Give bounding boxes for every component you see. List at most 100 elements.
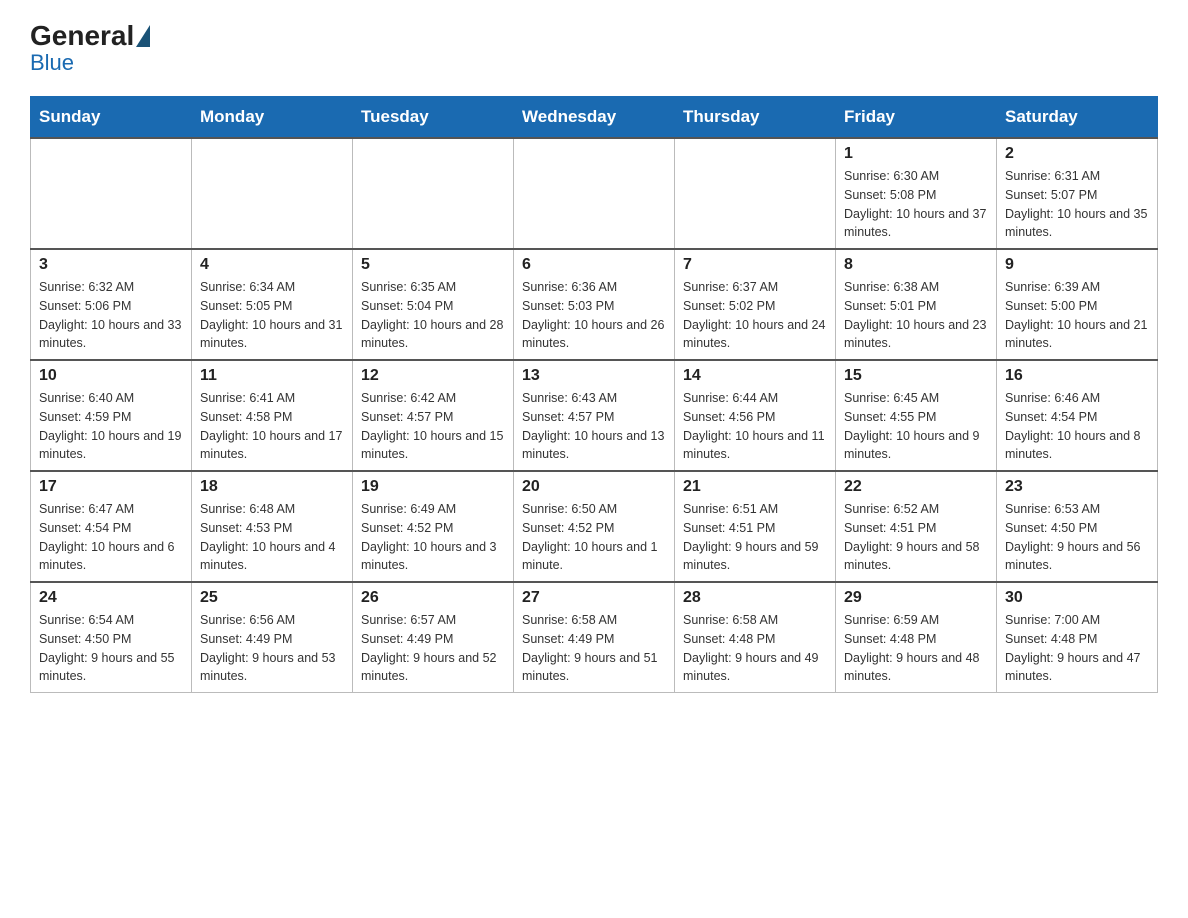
day-number: 13	[522, 367, 666, 385]
day-number: 25	[200, 589, 344, 607]
calendar-cell: 19 Sunrise: 6:49 AM Sunset: 4:52 PM Dayli…	[353, 471, 514, 582]
calendar-cell: 21Sunrise: 6:51 AM Sunset: 4:51 PM Dayli…	[675, 471, 836, 582]
day-info: Sunrise: 6:41 AM Sunset: 4:58 PM Dayligh…	[200, 389, 344, 464]
calendar-cell: 30 Sunrise: 7:00 AM Sunset: 4:48 PM Dayli…	[997, 582, 1158, 693]
day-number: 20	[522, 478, 666, 496]
day-info: Sunrise: 7:00 AM Sunset: 4:48 PM Dayligh…	[1005, 611, 1149, 686]
calendar-cell: 4Sunrise: 6:34 AM Sunset: 5:05 PM Daylig…	[192, 249, 353, 360]
day-number: 27	[522, 589, 666, 607]
calendar-cell: 15 Sunrise: 6:45 AM Sunset: 4:55 PM Dayli…	[836, 360, 997, 471]
day-info: Sunrise: 6:37 AM Sunset: 5:02 PM Dayligh…	[683, 278, 827, 353]
day-number: 30	[1005, 589, 1149, 607]
day-number: 7	[683, 256, 827, 274]
calendar-cell: 17 Sunrise: 6:47 AM Sunset: 4:54 PM Dayli…	[31, 471, 192, 582]
day-info: Sunrise: 6:58 AM Sunset: 4:49 PM Dayligh…	[522, 611, 666, 686]
weekday-header-saturday: Saturday	[997, 97, 1158, 139]
day-number: 6	[522, 256, 666, 274]
day-number: 16	[1005, 367, 1149, 385]
weekday-header-monday: Monday	[192, 97, 353, 139]
calendar-cell: 26 Sunrise: 6:57 AM Sunset: 4:49 PM Dayli…	[353, 582, 514, 693]
day-info: Sunrise: 6:46 AM Sunset: 4:54 PM Dayligh…	[1005, 389, 1149, 464]
day-number: 29	[844, 589, 988, 607]
day-info: Sunrise: 6:40 AM Sunset: 4:59 PM Dayligh…	[39, 389, 183, 464]
day-info: Sunrise: 6:45 AM Sunset: 4:55 PM Dayligh…	[844, 389, 988, 464]
calendar-cell: 9 Sunrise: 6:39 AM Sunset: 5:00 PM Daylig…	[997, 249, 1158, 360]
day-info: Sunrise: 6:54 AM Sunset: 4:50 PM Dayligh…	[39, 611, 183, 686]
day-info: Sunrise: 6:34 AM Sunset: 5:05 PM Dayligh…	[200, 278, 344, 353]
calendar-cell: 12 Sunrise: 6:42 AM Sunset: 4:57 PM Dayli…	[353, 360, 514, 471]
day-info: Sunrise: 6:47 AM Sunset: 4:54 PM Dayligh…	[39, 500, 183, 575]
day-info: Sunrise: 6:32 AM Sunset: 5:06 PM Dayligh…	[39, 278, 183, 353]
calendar-cell	[353, 138, 514, 249]
day-info: Sunrise: 6:50 AM Sunset: 4:52 PM Dayligh…	[522, 500, 666, 575]
day-number: 1	[844, 145, 988, 163]
day-info: Sunrise: 6:36 AM Sunset: 5:03 PM Dayligh…	[522, 278, 666, 353]
weekday-header-friday: Friday	[836, 97, 997, 139]
logo-general: General	[30, 20, 134, 52]
calendar-cell: 29Sunrise: 6:59 AM Sunset: 4:48 PM Dayli…	[836, 582, 997, 693]
calendar-week-row: 1 Sunrise: 6:30 AM Sunset: 5:08 PM Daylig…	[31, 138, 1158, 249]
day-number: 23	[1005, 478, 1149, 496]
weekday-header-sunday: Sunday	[31, 97, 192, 139]
day-info: Sunrise: 6:44 AM Sunset: 4:56 PM Dayligh…	[683, 389, 827, 464]
calendar-cell: 3 Sunrise: 6:32 AM Sunset: 5:06 PM Daylig…	[31, 249, 192, 360]
day-number: 19	[361, 478, 505, 496]
calendar-cell: 7 Sunrise: 6:37 AM Sunset: 5:02 PM Daylig…	[675, 249, 836, 360]
calendar-cell: 16 Sunrise: 6:46 AM Sunset: 4:54 PM Dayli…	[997, 360, 1158, 471]
day-info: Sunrise: 6:35 AM Sunset: 5:04 PM Dayligh…	[361, 278, 505, 353]
day-number: 18	[200, 478, 344, 496]
day-number: 3	[39, 256, 183, 274]
weekday-header-wednesday: Wednesday	[514, 97, 675, 139]
calendar-cell: 28 Sunrise: 6:58 AM Sunset: 4:48 PM Dayli…	[675, 582, 836, 693]
page-header: General Blue	[30, 20, 1158, 76]
calendar-week-row: 10Sunrise: 6:40 AM Sunset: 4:59 PM Dayli…	[31, 360, 1158, 471]
calendar-cell: 13 Sunrise: 6:43 AM Sunset: 4:57 PM Dayli…	[514, 360, 675, 471]
calendar-cell	[514, 138, 675, 249]
calendar-cell: 22 Sunrise: 6:52 AM Sunset: 4:51 PM Dayli…	[836, 471, 997, 582]
day-info: Sunrise: 6:38 AM Sunset: 5:01 PM Dayligh…	[844, 278, 988, 353]
day-number: 5	[361, 256, 505, 274]
calendar-cell	[31, 138, 192, 249]
day-info: Sunrise: 6:43 AM Sunset: 4:57 PM Dayligh…	[522, 389, 666, 464]
calendar-week-row: 24Sunrise: 6:54 AM Sunset: 4:50 PM Dayli…	[31, 582, 1158, 693]
day-number: 21	[683, 478, 827, 496]
logo: General Blue	[30, 20, 152, 76]
day-info: Sunrise: 6:52 AM Sunset: 4:51 PM Dayligh…	[844, 500, 988, 575]
day-number: 8	[844, 256, 988, 274]
calendar-cell: 10Sunrise: 6:40 AM Sunset: 4:59 PM Dayli…	[31, 360, 192, 471]
calendar-cell: 18 Sunrise: 6:48 AM Sunset: 4:53 PM Dayli…	[192, 471, 353, 582]
day-number: 26	[361, 589, 505, 607]
calendar-cell: 14 Sunrise: 6:44 AM Sunset: 4:56 PM Dayli…	[675, 360, 836, 471]
day-info: Sunrise: 6:57 AM Sunset: 4:49 PM Dayligh…	[361, 611, 505, 686]
day-info: Sunrise: 6:31 AM Sunset: 5:07 PM Dayligh…	[1005, 167, 1149, 242]
calendar-cell: 24Sunrise: 6:54 AM Sunset: 4:50 PM Dayli…	[31, 582, 192, 693]
day-number: 11	[200, 367, 344, 385]
day-info: Sunrise: 6:53 AM Sunset: 4:50 PM Dayligh…	[1005, 500, 1149, 575]
calendar-cell	[192, 138, 353, 249]
calendar-cell: 27 Sunrise: 6:58 AM Sunset: 4:49 PM Dayli…	[514, 582, 675, 693]
day-number: 22	[844, 478, 988, 496]
calendar-week-row: 17 Sunrise: 6:47 AM Sunset: 4:54 PM Dayli…	[31, 471, 1158, 582]
day-info: Sunrise: 6:30 AM Sunset: 5:08 PM Dayligh…	[844, 167, 988, 242]
day-number: 28	[683, 589, 827, 607]
logo-text: General	[30, 20, 152, 52]
calendar-cell: 8 Sunrise: 6:38 AM Sunset: 5:01 PM Daylig…	[836, 249, 997, 360]
weekday-header-tuesday: Tuesday	[353, 97, 514, 139]
day-number: 17	[39, 478, 183, 496]
day-number: 9	[1005, 256, 1149, 274]
day-info: Sunrise: 6:49 AM Sunset: 4:52 PM Dayligh…	[361, 500, 505, 575]
calendar-cell: 2 Sunrise: 6:31 AM Sunset: 5:07 PM Daylig…	[997, 138, 1158, 249]
day-number: 14	[683, 367, 827, 385]
calendar-week-row: 3 Sunrise: 6:32 AM Sunset: 5:06 PM Daylig…	[31, 249, 1158, 360]
day-number: 12	[361, 367, 505, 385]
calendar-cell: 6 Sunrise: 6:36 AM Sunset: 5:03 PM Daylig…	[514, 249, 675, 360]
day-info: Sunrise: 6:42 AM Sunset: 4:57 PM Dayligh…	[361, 389, 505, 464]
day-info: Sunrise: 6:39 AM Sunset: 5:00 PM Dayligh…	[1005, 278, 1149, 353]
day-number: 15	[844, 367, 988, 385]
calendar-cell	[675, 138, 836, 249]
calendar-cell: 20 Sunrise: 6:50 AM Sunset: 4:52 PM Dayli…	[514, 471, 675, 582]
day-info: Sunrise: 6:58 AM Sunset: 4:48 PM Dayligh…	[683, 611, 827, 686]
day-info: Sunrise: 6:48 AM Sunset: 4:53 PM Dayligh…	[200, 500, 344, 575]
calendar-cell: 1 Sunrise: 6:30 AM Sunset: 5:08 PM Daylig…	[836, 138, 997, 249]
day-number: 2	[1005, 145, 1149, 163]
